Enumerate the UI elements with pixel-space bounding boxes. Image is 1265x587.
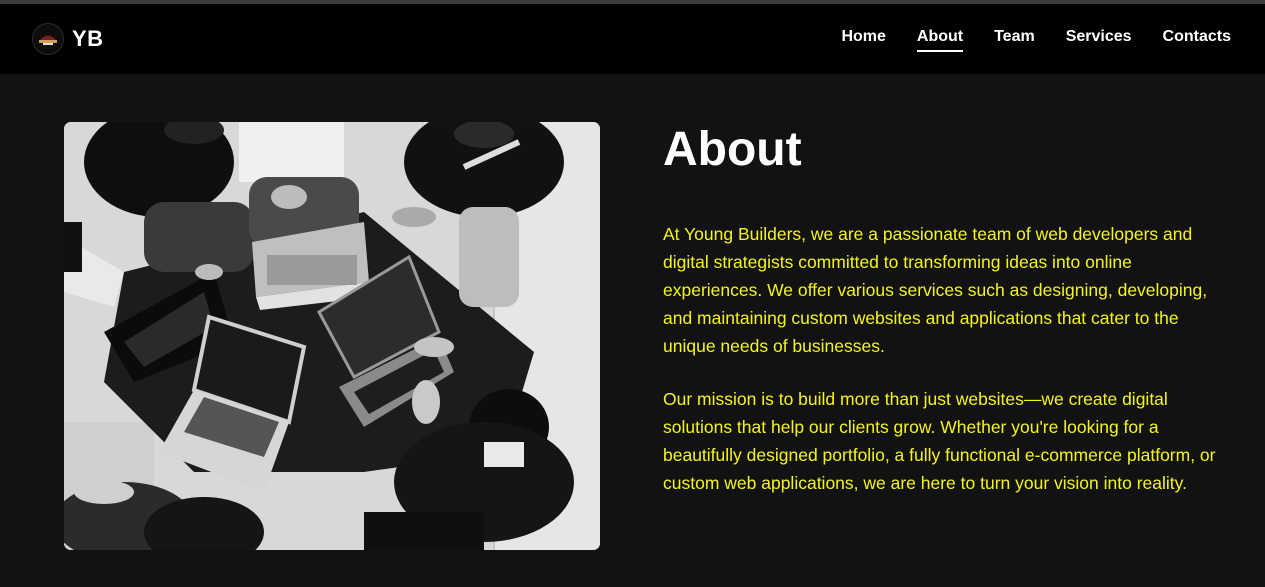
nav-team[interactable]: Team bbox=[994, 28, 1035, 50]
nav-contacts[interactable]: Contacts bbox=[1163, 28, 1231, 50]
brand-name: YB bbox=[72, 26, 104, 51]
team-photo bbox=[64, 122, 600, 550]
brand[interactable]: YB bbox=[32, 23, 104, 55]
nav-home[interactable]: Home bbox=[841, 28, 885, 50]
nav-about[interactable]: About bbox=[916, 28, 964, 52]
nav-services[interactable]: Services bbox=[1066, 28, 1132, 50]
navbar: YB Home About Team Services Contacts bbox=[0, 4, 1265, 74]
nav-links: Home About Team Services Contacts bbox=[810, 28, 1231, 52]
yb-logo-icon bbox=[32, 23, 64, 55]
about-paragraph-1: At Young Builders, we are a passionate t… bbox=[663, 224, 1208, 356]
about-paragraph-2: Our mission is to build more than just w… bbox=[663, 389, 1216, 493]
page-title: About bbox=[663, 123, 802, 176]
about-section: About At Young Builders, we are a passio… bbox=[663, 120, 1223, 497]
